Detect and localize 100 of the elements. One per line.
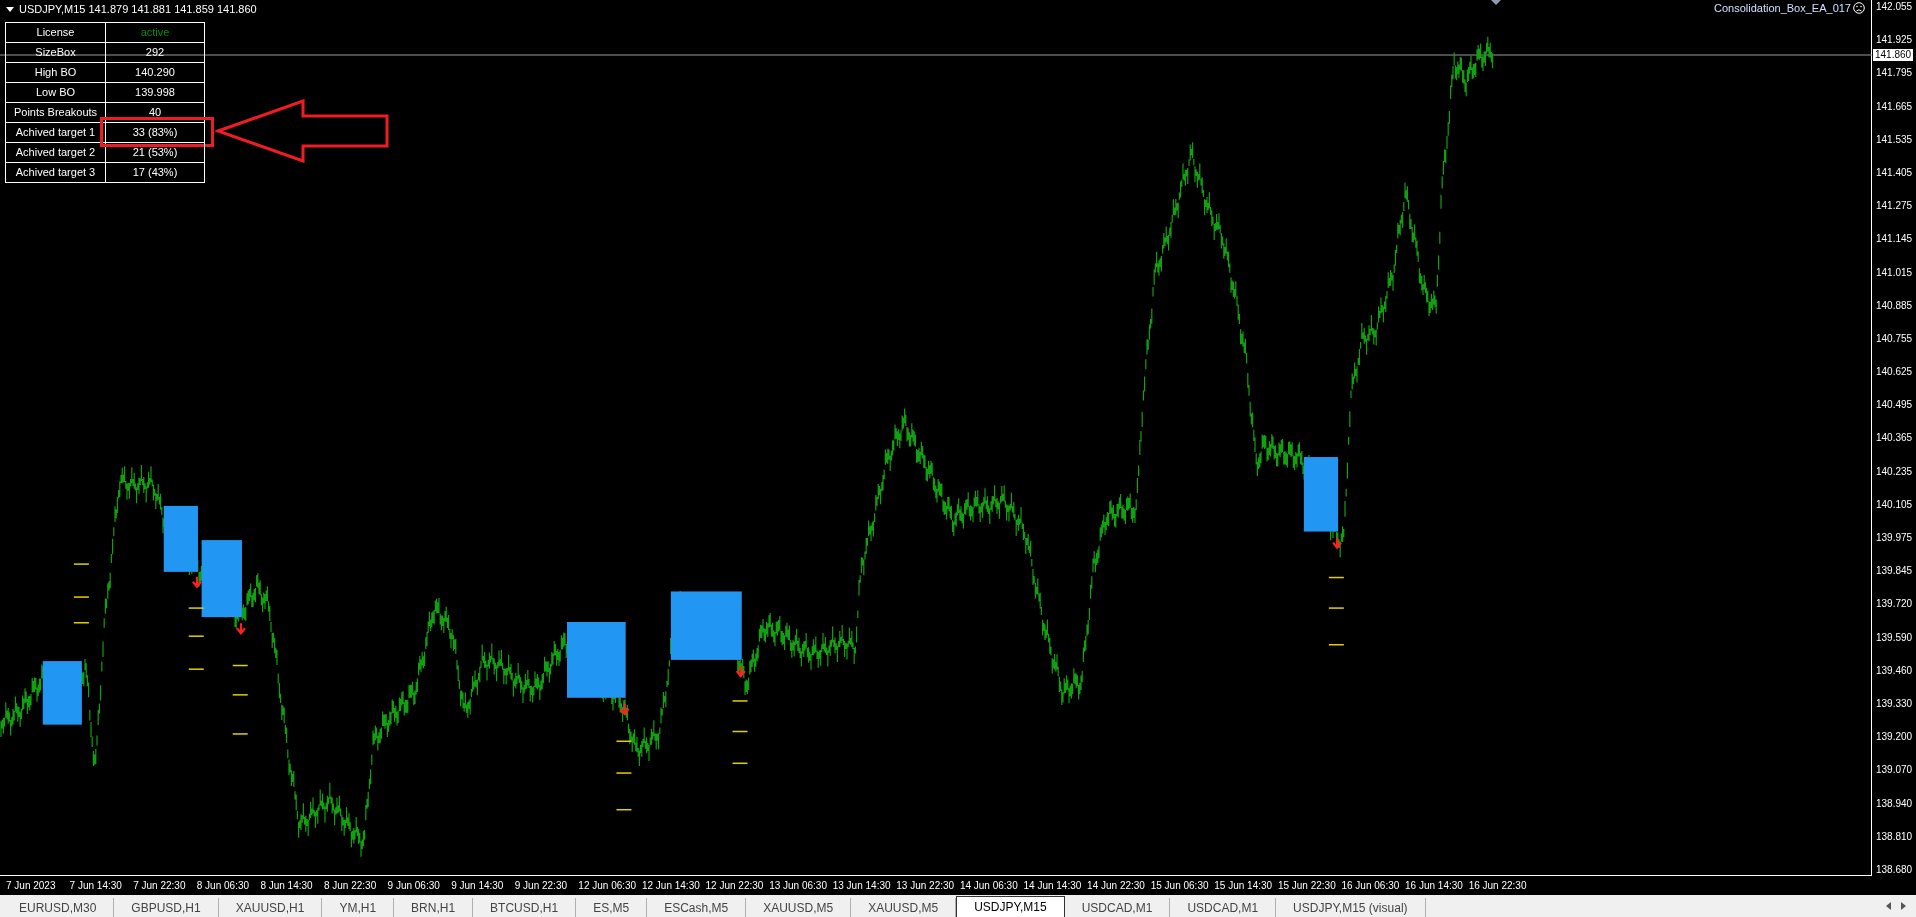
chart-tab[interactable]: BRN,H1 [394, 898, 474, 917]
price-label: 141.665 [1875, 99, 1914, 113]
time-label: 8 Jun 22:30 [323, 879, 378, 893]
time-label: 7 Jun 2023 [6, 879, 57, 893]
chart-tab[interactable]: USDJPY,M15 [956, 896, 1065, 917]
price-label: 141.145 [1875, 232, 1914, 246]
price-label: 141.405 [1875, 165, 1914, 179]
target-level-line [732, 762, 748, 765]
price-label: 138.810 [1875, 829, 1914, 843]
price-label: 140.105 [1875, 497, 1914, 511]
target-level-line [616, 772, 632, 774]
current-price-label: 141.860 [1873, 49, 1914, 61]
target-level-line [73, 622, 89, 624]
table-cell: SizeBox [6, 43, 106, 63]
target-level-line [616, 740, 632, 743]
shift-marker-icon [1491, 0, 1501, 5]
target-level-line [732, 730, 748, 733]
target-level-line [1328, 644, 1344, 646]
consolidation-box [670, 591, 742, 660]
time-label: 15 Jun 22:30 [1277, 879, 1337, 893]
time-label: 8 Jun 14:30 [260, 879, 314, 893]
chart-tab[interactable]: ESCash,M5 [647, 898, 747, 917]
chart-tab[interactable]: XAUUSD,H1 [218, 898, 323, 917]
table-cell-text: 139.998 [135, 85, 175, 101]
target-level-line [188, 668, 204, 670]
price-label: 138.940 [1875, 796, 1914, 810]
price-label: 139.845 [1875, 564, 1914, 578]
table-cell: Achived target 3 [6, 163, 106, 183]
chart-tab[interactable]: USDCAD,M1 [1064, 898, 1171, 917]
chart-tab[interactable]: USDJPY,M15 (visual) [1276, 898, 1426, 917]
price-label: 140.885 [1875, 298, 1914, 312]
time-label: 16 Jun 22:30 [1468, 879, 1528, 893]
price-label: 139.070 [1875, 763, 1914, 777]
table-cell-text: 21 (53%) [132, 145, 178, 161]
price-label: 141.015 [1875, 265, 1914, 279]
target-level-line [188, 607, 204, 609]
price-label: 140.235 [1875, 464, 1914, 478]
chart-tab[interactable]: EURUSD,M30 [2, 898, 115, 917]
table-cell-text: active [140, 25, 170, 41]
scroll-left-icon[interactable] [1886, 902, 1891, 910]
target-level-line [616, 808, 632, 811]
table-cell: Points Breakouts [6, 103, 106, 123]
target-level-line [73, 596, 89, 598]
target-level-line [732, 700, 748, 702]
table-cell-text: 292 [145, 45, 165, 61]
chart-tab[interactable]: USDCAD,M1 [1170, 898, 1277, 917]
time-label: 12 Jun 22:30 [705, 879, 765, 893]
down-arrow-icon [191, 575, 203, 589]
table-cell-text: 140.290 [135, 65, 175, 81]
time-label: 7 Jun 22:30 [133, 879, 187, 893]
time-label: 12 Jun 14:30 [641, 879, 701, 893]
sad-face-icon [1853, 2, 1865, 14]
down-arrow-icon [619, 702, 630, 716]
price-label: 138.680 [1875, 862, 1914, 876]
price-label: 141.795 [1875, 66, 1914, 80]
time-label: 9 Jun 22:30 [514, 879, 568, 893]
chart-header: USDJPY,M15 141.879 141.881 141.859 141.860 [19, 2, 257, 16]
price-label: 141.535 [1875, 132, 1914, 146]
table-cell: Low BO [6, 83, 106, 103]
price-label: 139.975 [1875, 531, 1914, 544]
price-label: 141.275 [1875, 199, 1914, 213]
price-label: 139.720 [1875, 597, 1914, 611]
price-label: 140.495 [1875, 398, 1914, 412]
price-label: 142.055 [1875, 0, 1914, 13]
price-label: 139.590 [1875, 630, 1914, 644]
down-arrow-icon [235, 622, 247, 635]
chart-tab[interactable]: ES,M5 [576, 898, 648, 917]
time-label: 7 Jun 14:30 [69, 879, 123, 893]
time-label: 9 Jun 06:30 [387, 879, 441, 893]
table-cell: High BO [6, 63, 106, 83]
price-label: 139.330 [1875, 696, 1914, 710]
table-cell: Achived target 1 [6, 123, 106, 143]
price-label: 139.200 [1875, 730, 1914, 744]
table-cell-text: 17 (43%) [132, 165, 178, 181]
scroll-right-icon[interactable] [1901, 902, 1906, 910]
time-label: 15 Jun 06:30 [1150, 879, 1210, 893]
dropdown-triangle-icon[interactable] [6, 6, 14, 12]
time-label: 16 Jun 14:30 [1405, 879, 1464, 893]
target-level-line [1328, 607, 1344, 609]
time-label: 14 Jun 06:30 [959, 879, 1019, 893]
price-label: 140.625 [1875, 365, 1914, 379]
target-level-line [232, 664, 248, 667]
consolidation-box [163, 505, 198, 572]
chart-tab[interactable]: BTCUSD,H1 [473, 898, 577, 917]
target-level-line [232, 694, 248, 696]
chart-tab[interactable]: GBPUSD,H1 [114, 898, 219, 917]
down-arrow-icon [735, 664, 746, 678]
time-label: 8 Jun 06:30 [196, 879, 251, 893]
time-label: 15 Jun 14:30 [1214, 879, 1274, 893]
time-label: 14 Jun 14:30 [1023, 879, 1083, 893]
time-label: 14 Jun 22:30 [1087, 879, 1146, 893]
time-label: 9 Jun 14:30 [451, 879, 505, 893]
time-label: 13 Jun 22:30 [896, 879, 956, 893]
table-cell-text: 40 [148, 105, 162, 121]
expert-label: Consolidation_Box_EA_017 [1714, 1, 1851, 15]
down-arrow-icon [1332, 536, 1343, 550]
chart-tab[interactable]: XAUUSD,M5 [746, 898, 852, 917]
chart-tab[interactable]: YM,H1 [322, 898, 395, 917]
target-level-line [188, 635, 204, 637]
target-level-line [232, 733, 248, 735]
